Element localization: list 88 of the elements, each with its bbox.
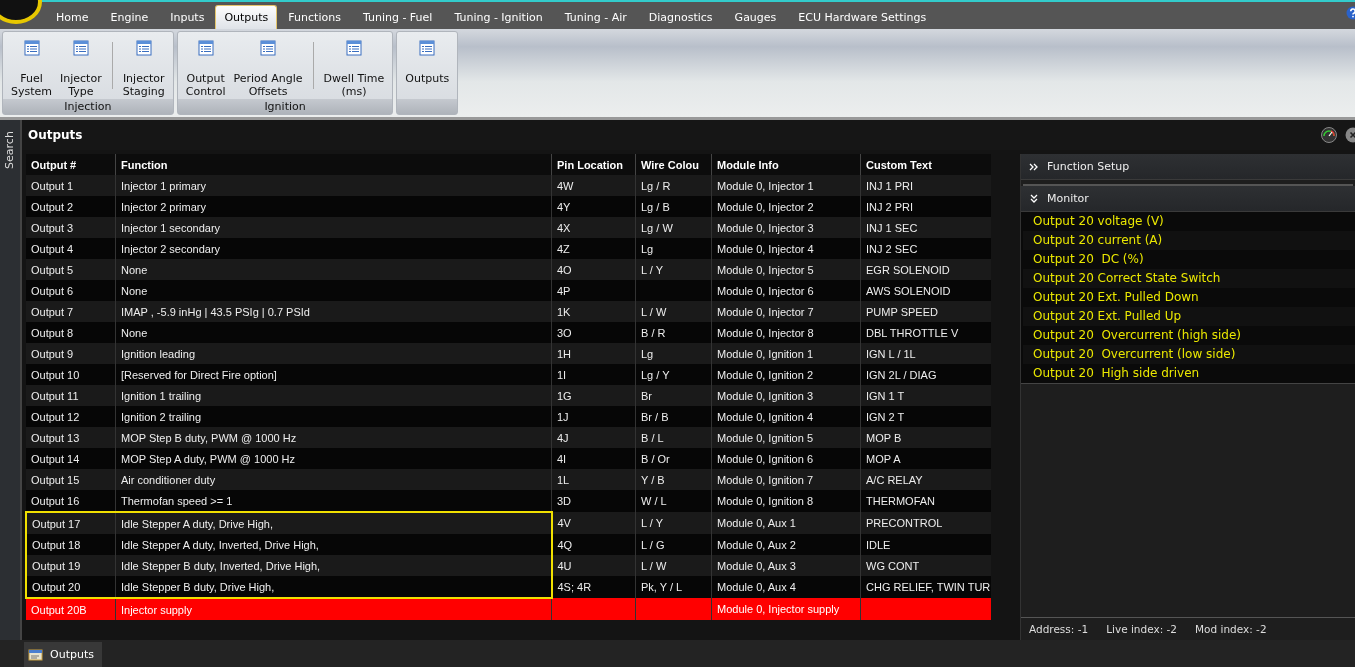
tab[interactable]: Engine [99,6,160,29]
ribbon-button[interactable]: Fuel System [7,34,57,99]
table-cell: Output 12 [26,406,116,427]
table-icon [23,40,40,56]
tab[interactable]: Functions [277,6,352,29]
table-cell: Injector supply [115,598,552,620]
tab[interactable]: Tuning - Fuel [351,6,444,29]
chevron-right-icon [1029,161,1039,172]
tab[interactable]: ECU Hardware Settings [787,6,938,29]
column-header[interactable]: Function [115,154,552,175]
tab[interactable]: Inputs [159,6,216,29]
table-row[interactable]: Output 17 Idle Stepper A duty, Drive High, 4V L / Y Module 0, Aux 1 PRECONTROL [26,512,991,534]
tab[interactable]: Gauges [723,6,788,29]
group-footer [397,99,458,114]
status-text: Live index: -2 [1106,623,1178,635]
table-row[interactable]: Output 1 Injector 1 primary 4W Lg / R Module 0, Injector 1 INJ 1 PRI [26,175,991,196]
table-cell: Output 5 [26,259,116,280]
column-header[interactable]: Wire Colou [635,154,712,175]
table-row[interactable]: Output 18 Idle Stepper A duty, Inverted, Drive High, 4Q L / G Module 0, Aux 2 IDLE [26,534,991,555]
table-row[interactable]: Output 13 MOP Step B duty, PWM @ 1000 Hz 4J B / L Module 0, Ignition 5 MOP B [26,427,991,448]
chevron-down-icon [1029,193,1039,204]
table-row[interactable]: Output 11 Ignition 1 trailing 1G Br Module 0, Ignition 3 IGN 1 T [26,385,991,406]
column-header[interactable]: Pin Location [551,154,636,175]
gauge-icon[interactable] [1321,127,1337,143]
table-icon [419,40,436,56]
table-cell: Output 7 [26,301,116,322]
monitor-item[interactable]: Output 20 Correct State Switch [1023,269,1355,288]
table-cell: Module 0, Injector supply [711,598,861,620]
table-row[interactable]: Output 4 Injector 2 secondary 4Z Lg Module 0, Injector 4 INJ 2 SEC [26,238,991,259]
monitor-item[interactable]: Output 20 current (A) [1023,231,1355,250]
column-header[interactable]: Custom Text [860,154,991,175]
table-row[interactable]: Output 16 Thermofan speed >= 1 3D W / L Module 0, Ignition 8 THERMOFAN [26,490,991,512]
table-cell: Output 11 [26,385,116,406]
ribbon-button[interactable]: Injector Staging [118,34,169,99]
error-row[interactable]: Output 20B Injector supply Module 0, Injector supply [26,598,991,620]
group-label: Ignition [264,100,306,113]
table-cell: Output 9 [26,343,116,364]
table-row[interactable]: Output 14 MOP Step A duty, PWM @ 1000 Hz 4I B / Or Module 0, Ignition 6 MOP A [26,448,991,469]
search-tab[interactable]: Search [3,130,17,170]
status-text: Address: -1 [1029,623,1089,635]
table-cell: Output 1 [26,175,116,196]
table-icon [260,40,277,56]
window-icon [28,647,44,662]
tab[interactable]: Tuning - Air [553,6,638,29]
ribbon-button[interactable]: Outputs [401,34,454,99]
ribbon-button[interactable]: Period Angle Offsets [229,34,307,99]
tab[interactable]: Home [45,6,100,29]
panel-title: Outputs [28,128,83,142]
table-cell: Output 16 [26,490,116,512]
table-row[interactable]: Output 7 IMAP , -5.9 inHg | 43.5 PSIg | 0.7 PSId 1K L / W Module 0, Injector 7 PUMP SPEED [26,301,991,322]
table-icon [345,40,362,56]
table-row[interactable]: Output 9 Ignition leading 1H Lg Module 0, Ignition 1 IGN L / 1L [26,343,991,364]
column-header[interactable]: Output # [26,154,116,175]
table-cell: Output 10 [26,364,116,385]
table-cell: Output 14 [26,448,116,469]
table-icon [72,40,89,56]
section-header[interactable]: Monitor [1021,186,1355,212]
table-row[interactable]: Output 19 Idle Stepper B duty, Inverted, Drive High, 4U L / W Module 0, Aux 3 WG CONT [26,555,991,576]
table-row[interactable]: Output 10 [Reserved for Direct Fire option] 1I Lg / Y Module 0, Ignition 2 IGN 2L / DIAG [26,364,991,385]
table-row[interactable]: Output 20 Idle Stepper B duty, Drive High, 4S; 4R Pk, Y / L Module 0, Aux 4 CHG RELIEF, TWIN TUR [26,576,991,598]
table-row[interactable]: Output 12 Ignition 2 trailing 1J Br / B Module 0, Ignition 4 IGN 2 T [26,406,991,427]
table-row[interactable]: Output 2 Injector 2 primary 4Y Lg / B Module 0, Injector 2 INJ 2 PRI [26,196,991,217]
table-icon [197,40,214,56]
section-header[interactable]: Function Setup [1021,154,1355,180]
table-cell: Output 8 [26,322,116,343]
ribbon-button[interactable]: Dwell Time (ms) [319,34,389,99]
table-cell: Output 20B [26,598,116,620]
table-row[interactable]: Output 5 None 4O L / Y Module 0, Injector 5 EGR SOLENOID [26,259,991,280]
outputs-tab[interactable]: Outputs [24,642,102,667]
column-header[interactable]: Module Info [711,154,861,175]
table-cell: Thermofan speed >= 1 [115,490,552,512]
table-icon [135,40,152,56]
table-cell: Output 3 [26,217,116,238]
ribbon-button[interactable]: Injector Type [56,34,106,99]
status-text: Mod index: -2 [1195,623,1267,635]
tab[interactable]: Outputs [215,5,278,29]
tab[interactable]: Diagnostics [637,6,724,29]
table-row[interactable]: Output 8 None 3O B / R Module 0, Injector 8 DBL THROTTLE V [26,322,991,343]
tab[interactable]: Tuning - Ignition [443,6,554,29]
group-label: Injection [64,100,112,113]
monitor-item[interactable]: Output 20 Overcurrent (low side) [1023,345,1355,364]
table-row[interactable]: Output 3 Injector 1 secondary 4X Lg / W Module 0, Injector 3 INJ 1 SEC [26,217,991,238]
table-row[interactable]: Output 15 Air conditioner duty 1L Y / B Module 0, Ignition 7 A/C RELAY [26,469,991,490]
table-row[interactable]: Output 6 None 4P Module 0, Injector 6 AWS SOLENOID [26,280,991,301]
monitor-item[interactable]: Output 20 Ext. Pulled Up [1023,307,1355,326]
table-cell: Output 15 [26,469,116,490]
ribbon-button[interactable]: Output Control [181,34,230,99]
table-cell: Output 13 [26,427,116,448]
